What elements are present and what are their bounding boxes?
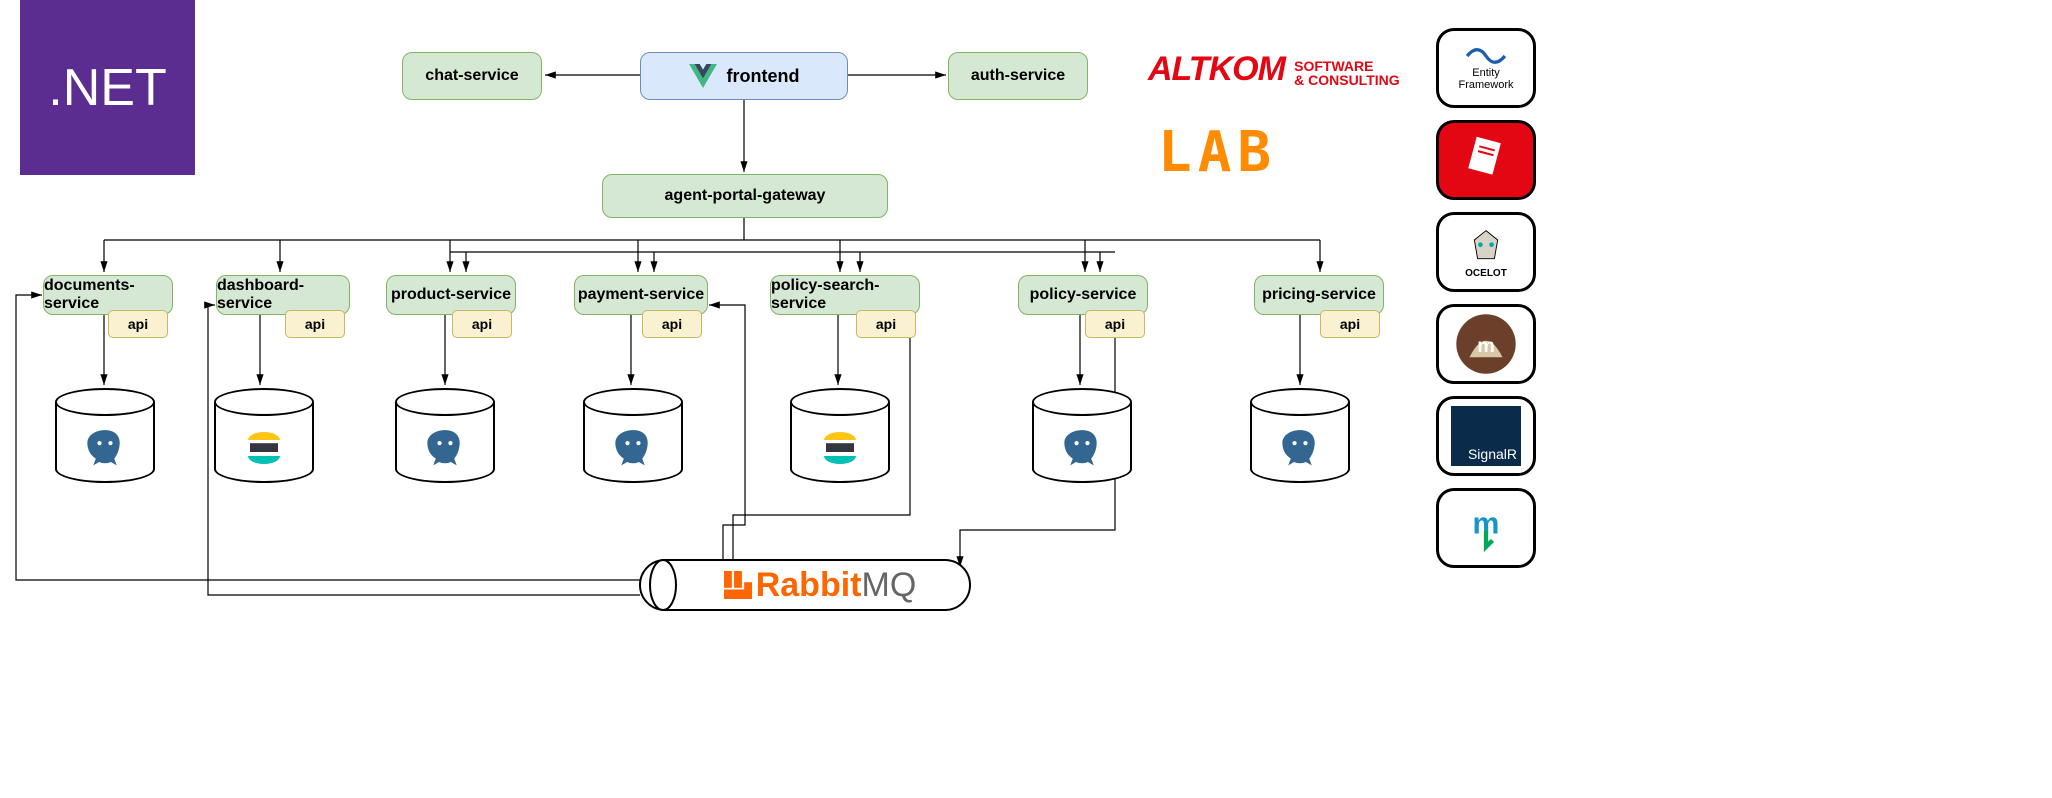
tech-jsreport — [1436, 120, 1536, 200]
db-policy — [1032, 388, 1132, 483]
auth-service-box: auth-service — [948, 52, 1088, 100]
policy-service-box: policy-service — [1018, 275, 1148, 315]
vue-icon — [689, 64, 717, 88]
marten-icon: m — [1453, 311, 1519, 377]
dashboard-api-badge: api — [285, 310, 345, 338]
db-product — [395, 388, 495, 483]
auth-service-label: auth-service — [971, 67, 1065, 85]
dashboard-service-box: dashboard-service — [216, 275, 350, 315]
dotnet-text: .NET — [48, 58, 166, 118]
policy-api-badge: api — [1085, 310, 1145, 338]
documents-service-label: documents-service — [44, 277, 172, 313]
tech-entity-framework: Entity Framework — [1436, 28, 1536, 108]
pricing-api-badge: api — [1320, 310, 1380, 338]
db-policy-search — [790, 388, 890, 483]
rabbitmq-box: RabbitMQ — [680, 562, 960, 608]
pricing-service-label: pricing-service — [1262, 286, 1376, 304]
payment-service-label: payment-service — [578, 286, 704, 304]
documents-api-badge: api — [108, 310, 168, 338]
policy-search-api-badge: api — [856, 310, 916, 338]
db-dashboard — [214, 388, 314, 483]
svg-text:m: m — [1477, 335, 1495, 357]
mediatr-icon: m — [1459, 501, 1513, 555]
chat-service-label: chat-service — [425, 67, 518, 85]
policy-search-service-label: policy-search-service — [771, 277, 919, 313]
db-payment — [583, 388, 683, 483]
payment-service-box: payment-service — [574, 275, 708, 315]
tech-marten: m — [1436, 304, 1536, 384]
frontend-label: frontend — [727, 66, 800, 87]
signalr-label: SignalR — [1451, 406, 1521, 466]
jsreport-icon — [1461, 135, 1511, 185]
tech-mediatr: m — [1436, 488, 1536, 568]
product-api-badge: api — [452, 310, 512, 338]
altkom-logo: ALTKOM SOFTWARE & CONSULTING — [1148, 50, 1400, 89]
payment-api-badge: api — [642, 310, 702, 338]
dashboard-service-label: dashboard-service — [217, 277, 349, 313]
documents-service-box: documents-service — [43, 275, 173, 315]
tech-signalr: SignalR — [1436, 396, 1536, 476]
policy-search-service-box: policy-search-service — [770, 275, 920, 315]
tech-ocelot: OCELOT — [1436, 212, 1536, 292]
rabbitmq-icon — [724, 571, 752, 599]
gateway-label: agent-portal-gateway — [665, 187, 826, 205]
product-service-box: product-service — [386, 275, 516, 315]
ef-icon — [1465, 45, 1507, 67]
product-service-label: product-service — [391, 286, 511, 304]
dotnet-logo: .NET — [20, 0, 195, 175]
chat-service-box: chat-service — [402, 52, 542, 100]
rabbitmq-label: RabbitMQ — [756, 566, 917, 605]
pricing-service-box: pricing-service — [1254, 275, 1384, 315]
db-pricing — [1250, 388, 1350, 483]
policy-service-label: policy-service — [1030, 286, 1137, 304]
db-documents — [55, 388, 155, 483]
lab-logo: LAB — [1158, 120, 1277, 185]
gateway-box: agent-portal-gateway — [602, 174, 888, 218]
frontend-box: frontend — [640, 52, 848, 100]
ocelot-icon — [1461, 226, 1511, 268]
